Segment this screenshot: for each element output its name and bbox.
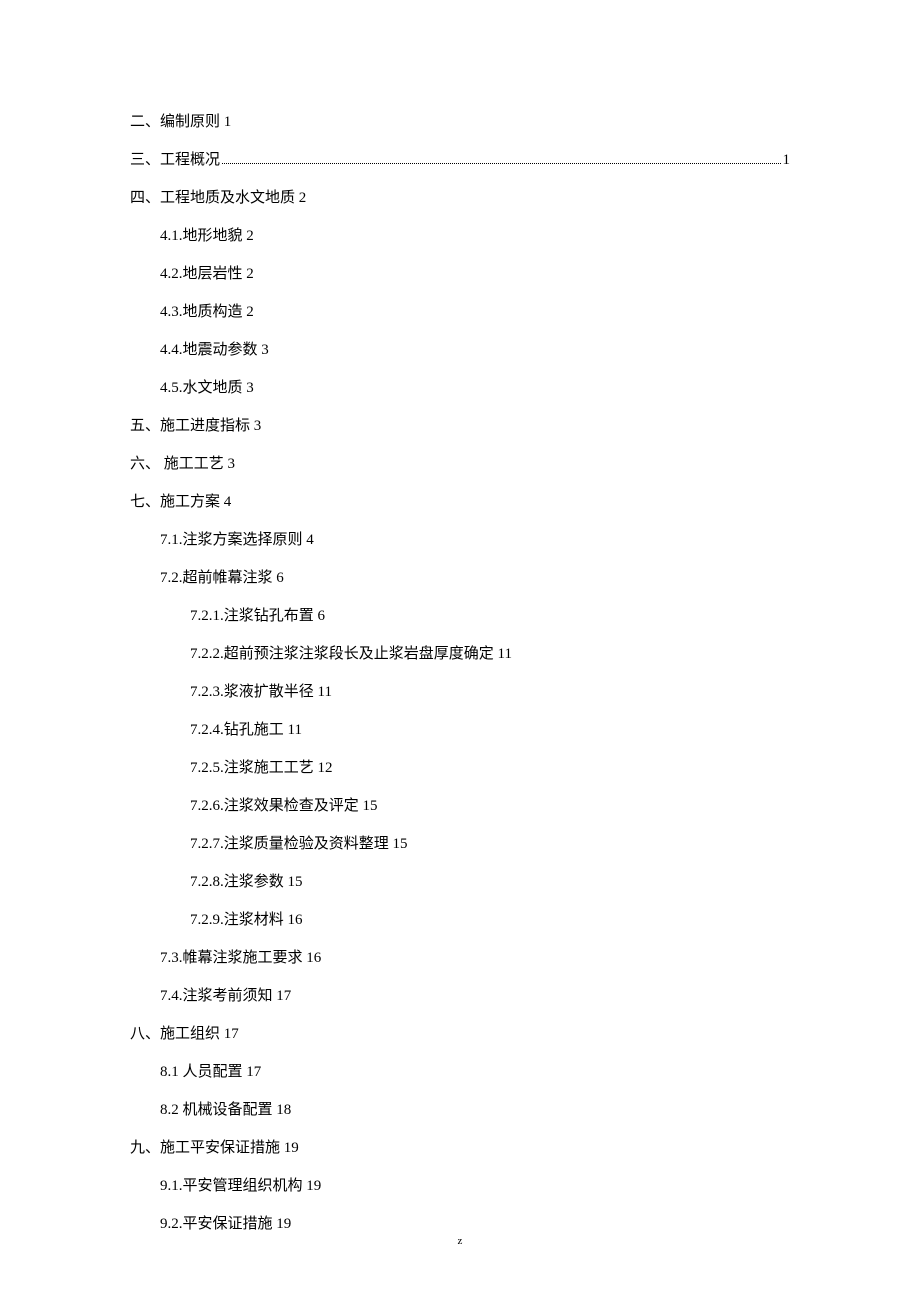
toc-entry-text: 9.2.平安保证措施 19 — [160, 1216, 291, 1232]
toc-entry-text: 4.3.地质构造 2 — [160, 304, 254, 320]
toc-entry: 7.2.6.注浆效果检查及评定 15 — [190, 794, 790, 818]
toc-entry: 四、工程地质及水文地质 2 — [130, 186, 790, 210]
toc-entry: 7.2.3.浆液扩散半径 11 — [190, 680, 790, 704]
toc-entry-text: 7.2.3.浆液扩散半径 11 — [190, 684, 332, 700]
toc-entry-text: 4.1.地形地貌 2 — [160, 228, 254, 244]
toc-entry-text: 7.2.1.注浆钻孔布置 6 — [190, 608, 325, 624]
toc-entry: 7.2.超前帷幕注浆 6 — [160, 566, 790, 590]
toc-entry-text: 7.2.超前帷幕注浆 6 — [160, 570, 284, 586]
toc-entry: 4.3.地质构造 2 — [160, 300, 790, 324]
toc-entry-text: 4.5.水文地质 3 — [160, 380, 254, 396]
toc-entry: 7.3.帷幕注浆施工要求 16 — [160, 946, 790, 970]
toc-entry-text: 7.1.注浆方案选择原则 4 — [160, 532, 314, 548]
toc-entry: 4.5.水文地质 3 — [160, 376, 790, 400]
toc-entry: 7.2.2.超前预注浆注浆段长及止浆岩盘厚度确定 11 — [190, 642, 790, 666]
toc-entry: 9.1.平安管理组织机构 19 — [160, 1174, 790, 1198]
toc-entry: 8.2 机械设备配置 18 — [160, 1098, 790, 1122]
toc-entry-text: 7.4.注浆考前须知 17 — [160, 988, 291, 1004]
toc-entry: 4.4.地震动参数 3 — [160, 338, 790, 362]
toc-entry-text: 五、施工进度指标 3 — [130, 418, 261, 434]
toc-entry: 9.2.平安保证措施 19 — [160, 1212, 790, 1236]
toc-entry-text: 4.2.地层岩性 2 — [160, 266, 254, 282]
toc-entry: 7.2.4.钻孔施工 11 — [190, 718, 790, 742]
toc-entry: 八、施工组织 17 — [130, 1022, 790, 1046]
toc-entry-text: 7.2.7.注浆质量检验及资料整理 15 — [190, 836, 408, 852]
toc-entry: 8.1 人员配置 17 — [160, 1060, 790, 1084]
toc-dots — [222, 163, 780, 164]
toc-entry-text: 7.2.4.钻孔施工 11 — [190, 722, 302, 738]
toc-entry-page: 1 — [783, 148, 791, 172]
toc-entry: 7.2.1.注浆钻孔布置 6 — [190, 604, 790, 628]
toc-entry-text: 4.4.地震动参数 3 — [160, 342, 269, 358]
toc-entry-text: 7.3.帷幕注浆施工要求 16 — [160, 950, 321, 966]
toc-entry: 七、施工方案 4 — [130, 490, 790, 514]
toc-entry: 7.2.9.注浆材料 16 — [190, 908, 790, 932]
toc-entry-title: 三、工程概况 — [130, 148, 220, 172]
toc-entry-text: 二、编制原则 1 — [130, 114, 231, 130]
toc-entry-text: 七、施工方案 4 — [130, 494, 231, 510]
toc-entry-text: 8.2 机械设备配置 18 — [160, 1102, 291, 1118]
toc-entry: 7.2.8.注浆参数 15 — [190, 870, 790, 894]
toc-entry-text: 四、工程地质及水文地质 2 — [130, 190, 306, 206]
toc-entry-text: 8.1 人员配置 17 — [160, 1064, 261, 1080]
table-of-contents: 二、编制原则 1 三、工程概况 1 四、工程地质及水文地质 2 4.1.地形地貌 2 4.… — [130, 110, 790, 1236]
toc-entry: 7.4.注浆考前须知 17 — [160, 984, 790, 1008]
toc-entry: 五、施工进度指标 3 — [130, 414, 790, 438]
toc-entry: 4.2.地层岩性 2 — [160, 262, 790, 286]
toc-entry-text: 八、施工组织 17 — [130, 1026, 239, 1042]
page-footer: z — [0, 1235, 920, 1247]
toc-entry-text: 7.2.9.注浆材料 16 — [190, 912, 303, 928]
toc-entry: 六、 施工工艺 3 — [130, 452, 790, 476]
toc-entry: 九、施工平安保证措施 19 — [130, 1136, 790, 1160]
toc-entry: 7.1.注浆方案选择原则 4 — [160, 528, 790, 552]
page-container: 二、编制原则 1 三、工程概况 1 四、工程地质及水文地质 2 4.1.地形地貌 2 4.… — [0, 0, 920, 1302]
toc-entry: 二、编制原则 1 — [130, 110, 790, 134]
toc-entry-text: 六、 施工工艺 3 — [130, 456, 235, 472]
toc-entry: 三、工程概况 1 — [130, 148, 790, 172]
toc-entry-text: 7.2.8.注浆参数 15 — [190, 874, 303, 890]
toc-entry-text: 7.2.5.注浆施工工艺 12 — [190, 760, 333, 776]
toc-entry-text: 7.2.2.超前预注浆注浆段长及止浆岩盘厚度确定 11 — [190, 646, 512, 662]
toc-entry: 7.2.5.注浆施工工艺 12 — [190, 756, 790, 780]
toc-entry-text: 9.1.平安管理组织机构 19 — [160, 1178, 321, 1194]
toc-entry: 4.1.地形地貌 2 — [160, 224, 790, 248]
toc-entry: 7.2.7.注浆质量检验及资料整理 15 — [190, 832, 790, 856]
toc-entry-text: 7.2.6.注浆效果检查及评定 15 — [190, 798, 378, 814]
toc-entry-text: 九、施工平安保证措施 19 — [130, 1140, 299, 1156]
